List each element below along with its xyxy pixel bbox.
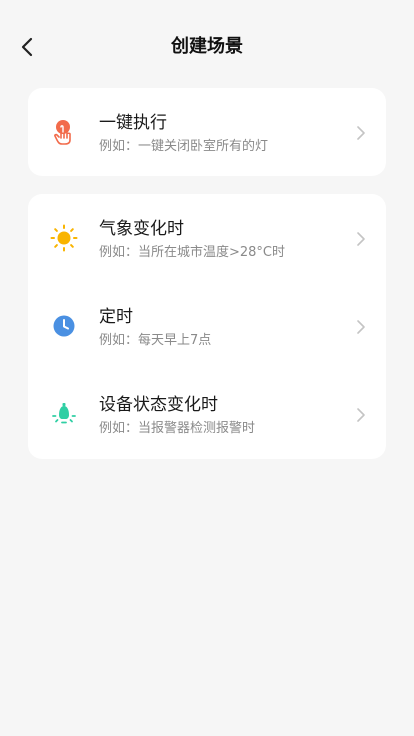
scene-option-timer[interactable]: 定时 例如：每天早上7点 [28,282,386,370]
scene-option-one-tap[interactable]: 一键执行 例如：一键关闭卧室所有的灯 [28,88,386,176]
scene-option-title: 一键执行 [99,113,167,133]
scene-option-title: 设备状态变化时 [99,395,218,415]
tap-hand-icon [50,118,78,146]
scene-option-title: 定时 [99,307,133,327]
sun-icon [50,224,78,252]
scene-option-example: 例如：当报警器检测报警时 [99,421,256,436]
chevron-right-icon [357,320,365,334]
page-title: 创建场景 [171,36,243,57]
chevron-right-icon [357,408,365,422]
chevron-right-icon [357,232,365,246]
scene-option-title: 气象变化时 [99,219,184,239]
scene-option-example: 例如：当所在城市温度>28°C时 [99,245,286,260]
device-bulb-icon [50,400,78,428]
manual-scene-card: 一键执行 例如：一键关闭卧室所有的灯 [28,88,386,176]
header: 创建场景 [0,0,414,92]
chevron-right-icon [357,126,365,140]
scene-option-example: 例如：一键关闭卧室所有的灯 [99,139,269,154]
scene-option-weather[interactable]: 气象变化时 例如：当所在城市温度>28°C时 [28,194,386,282]
clock-icon [50,312,78,340]
scene-option-example: 例如：每天早上7点 [99,333,212,348]
scene-option-device-state[interactable]: 设备状态变化时 例如：当报警器检测报警时 [28,370,386,458]
auto-scene-card: 气象变化时 例如：当所在城市温度>28°C时 定时 例如：每天早上7点 设备状态… [28,194,386,459]
